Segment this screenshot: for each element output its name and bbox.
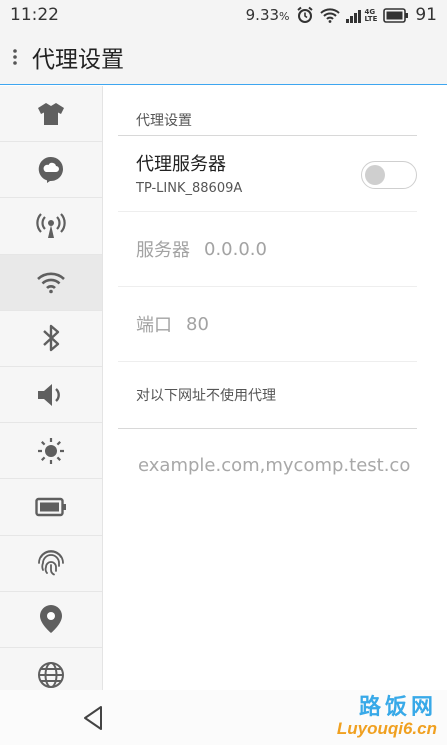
volume-icon [38, 383, 60, 406]
server-value: 0.0.0.0 [204, 238, 267, 260]
port-label: 端口 [136, 315, 172, 336]
proxy-toggle[interactable] [361, 161, 417, 189]
port-field[interactable]: 端口 80 [118, 287, 417, 362]
sidebar-item-theme[interactable] [0, 86, 102, 143]
back-triangle-icon [84, 706, 102, 730]
bluetooth-icon [43, 325, 60, 352]
sidebar-item-location[interactable] [0, 592, 102, 648]
wifi-icon [319, 7, 340, 23]
settings-sidebar [0, 86, 103, 690]
sidebar-item-cloud[interactable] [0, 142, 102, 199]
sidebar-item-bluetooth[interactable] [0, 311, 102, 367]
alarm-icon [296, 6, 314, 24]
watermark-logo: 路饭网 Luyouqi6.cn [336, 694, 437, 738]
navigation-bar: 路饭网 Luyouqi6.cn [0, 690, 447, 745]
wifi-icon [37, 272, 65, 294]
battery-icon [35, 497, 66, 517]
exclude-list-input[interactable]: example.com,mycomp.test.co [118, 429, 417, 476]
cloud-chat-icon [38, 156, 63, 183]
network-sub: LTE [364, 14, 378, 23]
status-icons: 9.33% 4G LTE 91 [246, 5, 437, 25]
page-title: 代理设置 [32, 47, 124, 73]
battery-level: 91 [415, 5, 437, 25]
back-button[interactable] [80, 704, 106, 732]
fingerprint-icon [38, 550, 64, 576]
sidebar-item-battery[interactable] [0, 479, 102, 536]
port-value: 80 [186, 313, 209, 335]
sidebar-item-fingerprint[interactable] [0, 536, 102, 592]
proxy-settings-panel: 代理设置 代理服务器 TP-LINK_88609A 服务器 0.0.0.0 端口… [118, 86, 417, 690]
sidebar-item-wlan[interactable] [0, 254, 102, 311]
watermark-en: Luyouqi6.cn [336, 719, 437, 738]
server-field[interactable]: 服务器 0.0.0.0 [118, 212, 417, 287]
server-label: 服务器 [136, 240, 190, 261]
menu-dots-icon[interactable] [0, 30, 30, 85]
signal-icon: 4G LTE [345, 8, 378, 23]
globe-icon [38, 662, 64, 689]
watermark-cn: 路饭网 [358, 694, 437, 719]
toggle-knob [365, 165, 385, 185]
shirt-icon [38, 102, 64, 125]
sidebar-item-hotspot[interactable] [0, 198, 102, 255]
title-bar: 代理设置 [0, 30, 447, 85]
brightness-icon [38, 437, 64, 464]
hotspot-icon [36, 213, 66, 238]
sidebar-item-sound[interactable] [0, 367, 102, 424]
section-title: 代理设置 [118, 86, 417, 136]
proxy-server-row[interactable]: 代理服务器 TP-LINK_88609A [118, 136, 417, 212]
status-bar: 11:22 9.33% 4G LTE 91 [0, 0, 447, 30]
battery-icon [383, 7, 409, 23]
exclude-title: 对以下网址不使用代理 [118, 362, 417, 429]
sidebar-item-language[interactable] [0, 648, 102, 690]
location-icon [40, 605, 62, 634]
sidebar-item-display[interactable] [0, 423, 102, 480]
status-time: 11:22 [10, 5, 59, 25]
data-rate: 9.33% [245, 6, 290, 24]
